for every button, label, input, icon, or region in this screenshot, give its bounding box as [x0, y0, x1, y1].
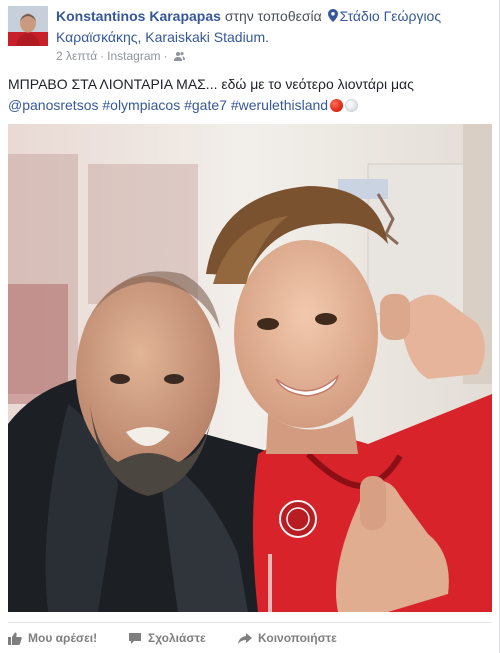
author-avatar[interactable]	[8, 6, 48, 46]
post-meta: 2 λεπτά · Instagram ·	[56, 48, 185, 64]
share-icon	[238, 632, 252, 644]
post-time-link[interactable]: 2 λεπτά	[56, 49, 97, 63]
share-label: Κοινοποιήστε	[258, 631, 337, 645]
hashtag-werulethisland[interactable]: #werulethisland	[231, 97, 328, 113]
feed-post: Konstantinos Karapapas στην τοποθεσία Στ…	[0, 0, 500, 653]
post-source: Instagram	[107, 49, 161, 63]
friends-audience-icon[interactable]	[173, 51, 185, 61]
comment-label: Σχολιάστε	[148, 631, 206, 645]
white-circle-emoji-icon	[345, 99, 359, 112]
comment-button[interactable]: Σχολιάστε	[128, 631, 206, 645]
meta-separator-2: ·	[163, 49, 168, 63]
post-body-text: ΜΠΡΑΒΟ ΣΤΑ ΛΙΟΝΤΑΡΙΑ ΜΑΣ... εδώ με το νε…	[8, 74, 492, 116]
hashtag-gate7[interactable]: #gate7	[184, 97, 227, 113]
location-prefix: στην τοποθεσία	[224, 8, 322, 24]
thumbs-up-icon	[8, 632, 22, 645]
mention-link[interactable]: @panosretsos	[8, 97, 98, 113]
post-header: Konstantinos Karapapas στην τοποθεσία Στ…	[56, 6, 492, 48]
like-label: Μου αρέσει!	[28, 631, 98, 645]
red-circle-emoji-icon	[330, 99, 344, 112]
location-pin-icon	[327, 9, 338, 22]
hashtag-olympiacos[interactable]: #olympiacos	[102, 97, 180, 113]
post-photo[interactable]	[8, 124, 492, 612]
place-line-2: Καραϊσκάκης, Karaiskaki Stadium.	[56, 29, 270, 45]
share-button[interactable]: Κοινοποιήστε	[238, 631, 337, 645]
actions-divider	[8, 622, 492, 623]
post-text-line: ΜΠΡΑΒΟ ΣΤΑ ΛΙΟΝΤΑΡΙΑ ΜΑΣ... εδώ με το νε…	[8, 76, 414, 92]
author-name-link[interactable]: Konstantinos Karapapas	[56, 8, 221, 24]
comment-icon	[129, 632, 141, 644]
post-actions-bar: Μου αρέσει! Σχολιάστε Κοινοποιήστε	[8, 628, 492, 648]
like-button[interactable]: Μου αρέσει!	[8, 631, 97, 645]
place-line-1: Στάδιο Γεώργιος	[339, 8, 442, 24]
meta-separator: ·	[100, 49, 105, 63]
